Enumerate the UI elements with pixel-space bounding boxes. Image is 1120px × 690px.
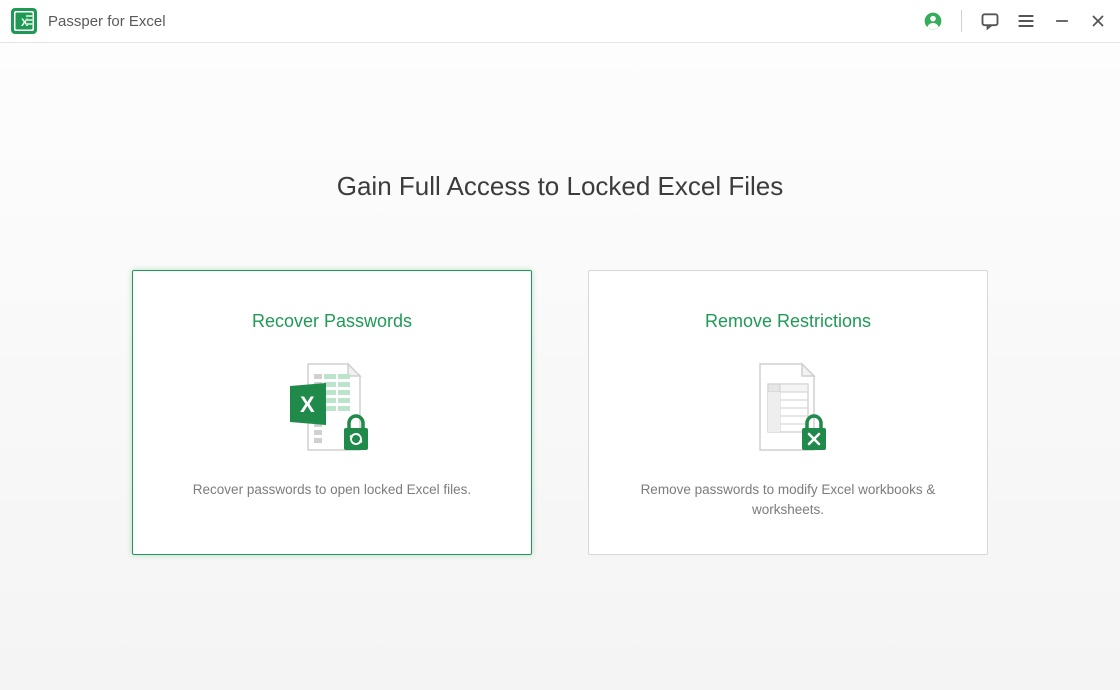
recover-card-title: Recover Passwords — [252, 311, 412, 332]
app-title: Passper for Excel — [48, 13, 923, 30]
minimize-button[interactable] — [1052, 11, 1072, 31]
main-content: Gain Full Access to Locked Excel Files R… — [0, 43, 1120, 690]
svg-text:X: X — [300, 392, 315, 417]
recover-passwords-card[interactable]: Recover Passwords — [132, 270, 532, 555]
titlebar-controls — [923, 10, 1108, 32]
account-icon[interactable] — [923, 11, 943, 31]
app-logo-icon: X — [10, 7, 38, 35]
separator — [961, 10, 962, 32]
close-button[interactable] — [1088, 11, 1108, 31]
recover-card-desc: Recover passwords to open locked Excel f… — [193, 480, 471, 500]
remove-card-desc: Remove passwords to modify Excel workboo… — [619, 480, 957, 521]
option-cards: Recover Passwords — [132, 270, 988, 555]
remove-card-title: Remove Restrictions — [705, 311, 871, 332]
remove-restrictions-icon — [738, 358, 838, 458]
page-headline: Gain Full Access to Locked Excel Files — [337, 171, 784, 202]
remove-restrictions-card[interactable]: Remove Restrictions — [588, 270, 988, 555]
titlebar: X Passper for Excel — [0, 0, 1120, 43]
recover-passwords-icon: X — [282, 358, 382, 458]
menu-icon[interactable] — [1016, 11, 1036, 31]
feedback-icon[interactable] — [980, 11, 1000, 31]
